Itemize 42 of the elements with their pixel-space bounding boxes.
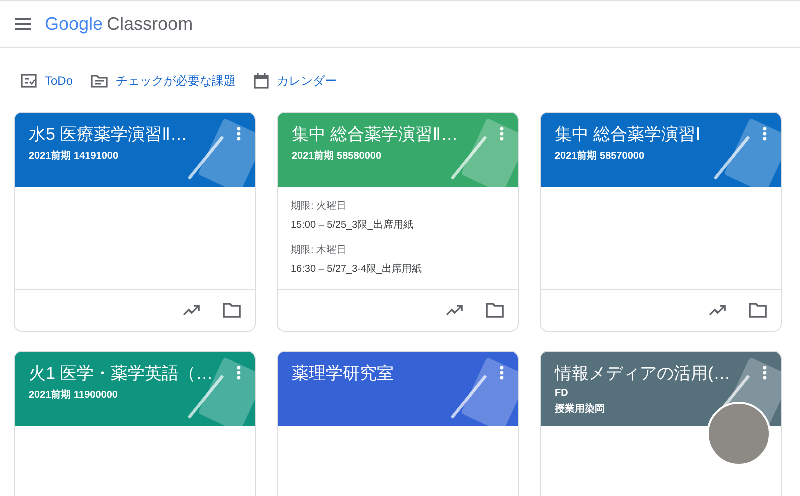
- class-card[interactable]: 集中 総合薬学演習Ⅰ 2021前期 58570000: [540, 112, 782, 332]
- trending-up-icon[interactable]: [183, 304, 201, 316]
- nav-link[interactable]: チェックが必要な課題: [91, 70, 236, 92]
- class-subtitle: 2021前期 58570000: [555, 150, 646, 163]
- google-logo[interactable]: Google: [45, 14, 104, 34]
- class-card[interactable]: 集中 総合薬学演習Ⅱ… 2021前期 58580000 期限: 火曜日 15:00 – 5/25_3限_出席用紙 期限: 木曜日 16:30 – 5/27_3-4限_出席用紙: [277, 112, 519, 332]
- due-label: 期限: 木曜日: [291, 244, 348, 257]
- folder-list-icon: [91, 74, 108, 88]
- class-title[interactable]: 水5 医療薬学演習Ⅱ…: [29, 123, 237, 146]
- class-title[interactable]: 集中 総合薬学演習Ⅱ…: [292, 123, 500, 146]
- class-title[interactable]: 火1 医学・薬学英語（…: [29, 362, 237, 385]
- more-options-icon[interactable]: [500, 366, 504, 380]
- class-subtitle: 2021前期 11900000: [29, 388, 119, 402]
- assignment-link[interactable]: 16:30 – 5/27_3-4限_出席用紙: [291, 262, 505, 276]
- class-card[interactable]: 薬理学研究室: [277, 351, 519, 496]
- class-subtitle: 2021前期 14191000: [29, 150, 120, 163]
- more-options-icon[interactable]: [237, 127, 241, 141]
- assignment-link[interactable]: 15:00 – 5/25_3限_出席用紙: [291, 218, 505, 232]
- trending-up-icon[interactable]: [446, 304, 464, 316]
- nav-link[interactable]: カレンダー: [254, 70, 338, 92]
- class-subtitle: 授業用染岡: [555, 402, 606, 416]
- calendar-icon: [254, 73, 270, 89]
- due-label: 期限: 火曜日: [291, 200, 348, 213]
- class-title[interactable]: 薬理学研究室: [292, 362, 500, 385]
- more-options-icon[interactable]: [237, 366, 241, 380]
- class-title[interactable]: 集中 総合薬学演習Ⅰ: [555, 123, 763, 146]
- folder-icon[interactable]: [223, 302, 241, 318]
- menu-icon[interactable]: [15, 18, 31, 30]
- class-card[interactable]: 火1 医学・薬学英語（… 2021前期 11900000: [14, 351, 256, 496]
- class-subtitle: 2021前期 58580000: [292, 150, 383, 163]
- class-card[interactable]: 水5 医療薬学演習Ⅱ… 2021前期 14191000: [14, 112, 256, 332]
- nav-link[interactable]: ToDo: [21, 70, 74, 92]
- more-options-icon[interactable]: [763, 366, 767, 380]
- folder-icon[interactable]: [486, 302, 504, 318]
- class-subtitle: FD: [555, 388, 570, 399]
- trending-up-icon[interactable]: [709, 304, 727, 316]
- folder-icon[interactable]: [749, 302, 767, 318]
- more-options-icon[interactable]: [763, 127, 767, 141]
- class-card[interactable]: 情報メディアの活用(… FD 授業用染岡: [540, 351, 782, 496]
- app-title[interactable]: Classroom: [107, 14, 194, 34]
- checklist-icon: [21, 74, 37, 88]
- class-title[interactable]: 情報メディアの活用(…: [555, 362, 763, 385]
